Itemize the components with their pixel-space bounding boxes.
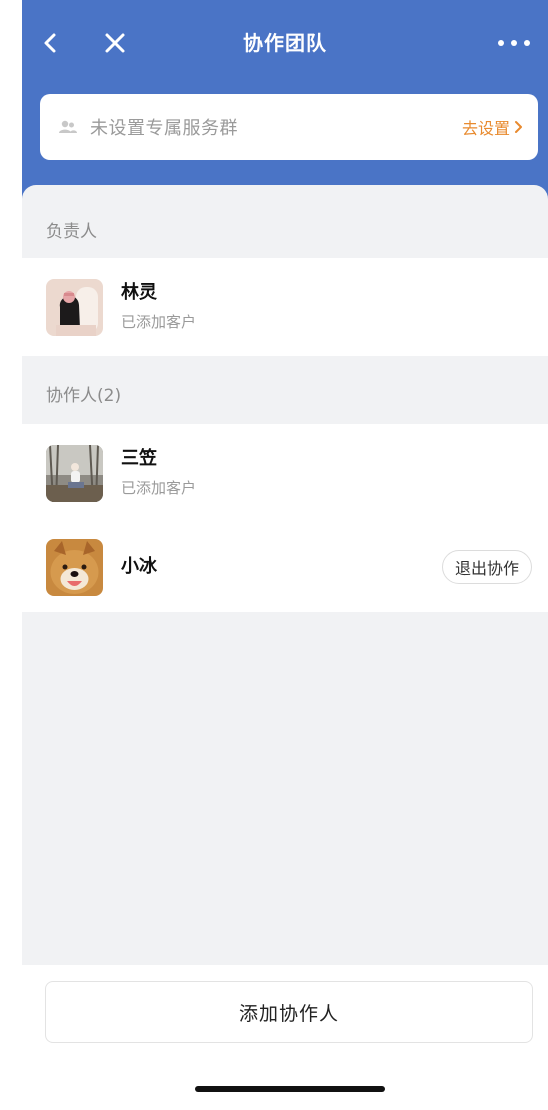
quit-collaboration-button[interactable]: 退出协作 <box>441 550 532 584</box>
collaborator-status: 已添加客户 <box>121 479 197 497</box>
app-frame: 协作团队 未设置专属服务群 去设置 负责人 林灵 已添加客户 协作人(2) 三笠… <box>22 0 548 1110</box>
collaborator-row[interactable]: 三笠 已添加客户 <box>22 424 548 522</box>
owner-name: 林灵 <box>121 282 157 303</box>
page-title: 协作团队 <box>243 31 327 55</box>
collaborators-section-label: 协作人(2) <box>46 386 122 406</box>
owner-status: 已添加客户 <box>121 313 197 331</box>
header: 协作团队 未设置专属服务群 去设置 <box>22 0 548 214</box>
more-dots-icon[interactable] <box>494 26 534 60</box>
service-group-status: 未设置专属服务群 <box>90 118 238 139</box>
go-setup-label: 去设置 <box>461 119 510 138</box>
go-setup-link[interactable]: 去设置 <box>462 115 524 139</box>
content-sheet: 负责人 林灵 已添加客户 协作人(2) 三笠 已添加客户 小冰 退出协作 <box>22 185 548 965</box>
collaborator-name: 三笠 <box>121 448 157 469</box>
service-group-card[interactable]: 未设置专属服务群 去设置 <box>40 94 538 160</box>
owner-row[interactable]: 林灵 已添加客户 <box>22 258 548 356</box>
dot <box>511 40 517 46</box>
dot <box>498 40 504 46</box>
add-collaborator-button[interactable]: 添加协作人 <box>45 981 533 1043</box>
group-icon <box>59 120 77 133</box>
chevron-right-icon <box>515 121 522 133</box>
owner-section-label: 负责人 <box>46 222 97 242</box>
avatar-collaborator-2 <box>46 538 103 596</box>
avatar-collaborator-1 <box>46 444 103 502</box>
dot <box>524 40 530 46</box>
home-indicator <box>195 1086 385 1092</box>
avatar-owner <box>46 278 103 336</box>
collaborator-row[interactable]: 小冰 退出协作 <box>22 522 548 612</box>
